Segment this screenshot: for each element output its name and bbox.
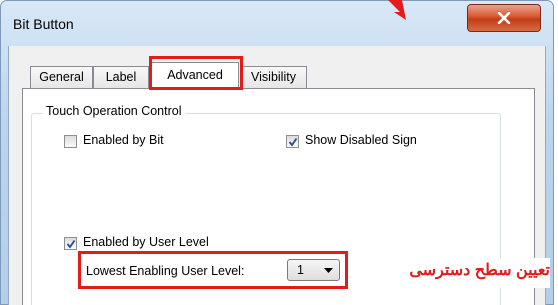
- enabled-by-bit-label: Enabled by Bit: [83, 133, 164, 147]
- checkmark-icon: [66, 239, 76, 249]
- annotation-text: تعیین سطح دسترسی: [352, 258, 550, 288]
- enabled-by-bit-checkbox[interactable]: [64, 135, 77, 148]
- show-disabled-sign-checkbox[interactable]: [286, 135, 299, 148]
- user-level-highlight: [78, 251, 348, 289]
- show-disabled-sign-label: Show Disabled Sign: [305, 133, 417, 147]
- tab-label[interactable]: Label: [93, 66, 149, 88]
- tab-visibility[interactable]: Visibility: [240, 66, 307, 88]
- enabled-by-user-level-checkbox[interactable]: [64, 237, 77, 250]
- enabled-by-user-level-label: Enabled by User Level: [83, 235, 209, 249]
- group-title: Touch Operation Control: [43, 104, 185, 118]
- checkmark-icon: [288, 137, 298, 147]
- annotation-arrow-icon: [388, 0, 406, 20]
- advanced-tab-highlight: [149, 56, 243, 90]
- tab-general[interactable]: General: [30, 66, 93, 88]
